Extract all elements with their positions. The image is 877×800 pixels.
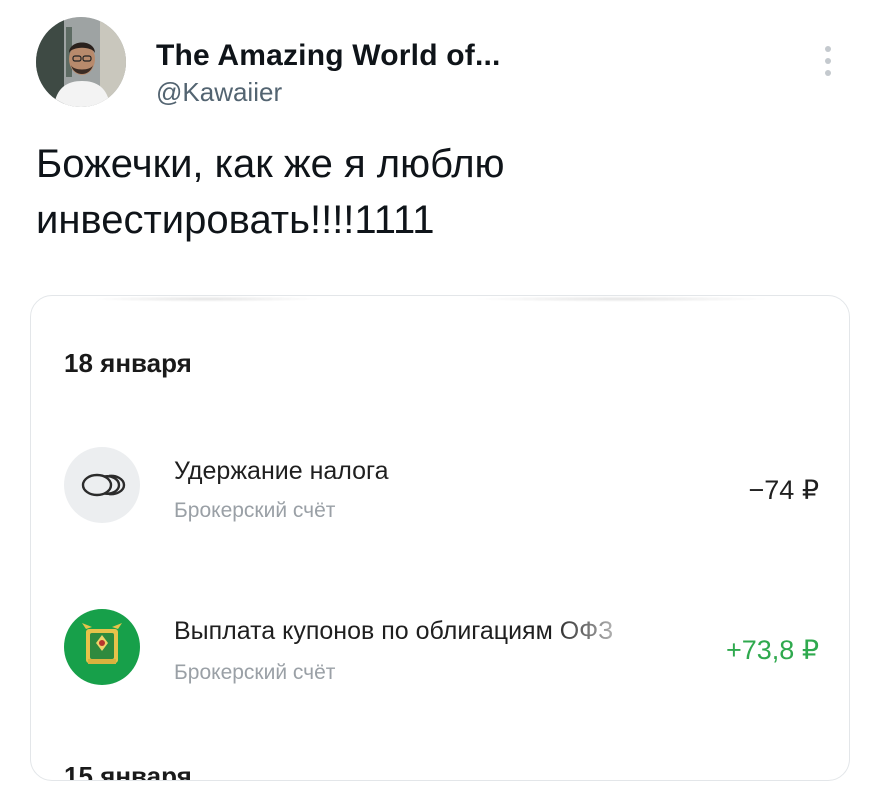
tweet-text-line: Божечки, как же я люблю	[36, 142, 505, 186]
avatar[interactable]	[36, 17, 126, 107]
date-heading: 15 января	[64, 761, 192, 781]
ministry-of-finance-emblem-icon	[64, 609, 140, 685]
operation-account: Брокерский счёт	[174, 661, 336, 684]
operation-amount: +73,8 ₽	[726, 635, 819, 665]
operation-amount: −74 ₽	[748, 475, 819, 505]
card-top-shadow	[471, 296, 771, 302]
date-heading: 18 января	[64, 348, 192, 378]
author-name[interactable]: The Amazing World of...	[156, 39, 501, 73]
avatar-photo	[36, 17, 126, 107]
tweet-text-line: инвестировать!!!!1111	[36, 198, 435, 242]
more-options-icon[interactable]	[822, 41, 834, 81]
operation-title: Выплата купонов по облигациям ОФЗ	[174, 617, 614, 645]
author-handle[interactable]: @Kawaiier	[156, 77, 282, 108]
coins-icon	[64, 447, 140, 523]
operation-title: Удержание налога	[174, 457, 389, 485]
card-top-shadow	[91, 296, 321, 302]
tweet-header: The Amazing World of... @Kawaiier	[36, 17, 846, 117]
operation-account: Брокерский счёт	[174, 499, 336, 522]
tweet-text: Божечки, как же я люблю инвестировать!!!…	[36, 136, 816, 248]
attached-screenshot-card[interactable]: 18 января Удержание налога Брокерский сч…	[30, 295, 850, 781]
